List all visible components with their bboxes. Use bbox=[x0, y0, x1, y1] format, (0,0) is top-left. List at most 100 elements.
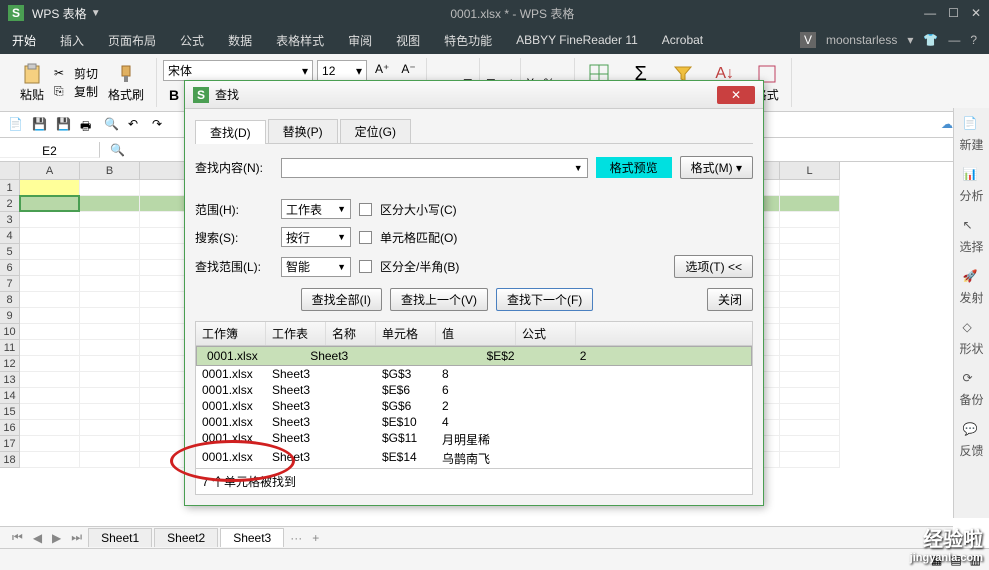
sidebar-launch[interactable]: 🚀发射 bbox=[959, 269, 983, 306]
minimize-icon[interactable]: — bbox=[924, 6, 936, 20]
findwhat-input[interactable]: ▼ bbox=[281, 158, 588, 178]
col-cell[interactable]: 单元格 bbox=[376, 322, 436, 345]
col-header[interactable]: L bbox=[780, 162, 840, 180]
save-icon[interactable]: 💾 bbox=[32, 117, 48, 133]
sidebar-analyze[interactable]: 📊分析 bbox=[959, 167, 983, 204]
cut-button[interactable]: ✂剪切 bbox=[54, 65, 98, 82]
range-select[interactable]: 工作表▼ bbox=[281, 199, 351, 219]
formatpainter-button[interactable]: 格式刷 bbox=[102, 60, 150, 105]
tab-next-icon[interactable]: ▶ bbox=[48, 531, 65, 545]
matchcase-checkbox[interactable] bbox=[359, 203, 372, 216]
result-row[interactable]: 0001.xlsxSheet3$G$11月明星稀 bbox=[196, 430, 752, 449]
close-button[interactable]: 关闭 bbox=[707, 288, 753, 311]
row-header[interactable]: 14 bbox=[0, 388, 20, 404]
row-header[interactable]: 4 bbox=[0, 228, 20, 244]
decrease-font-icon[interactable]: A⁻ bbox=[397, 60, 419, 81]
col-header[interactable]: B bbox=[80, 162, 140, 180]
row-header[interactable]: 2 bbox=[0, 196, 20, 212]
menu-acrobat[interactable]: Acrobat bbox=[662, 33, 703, 47]
sidebar-new[interactable]: 📄新建 bbox=[959, 116, 983, 153]
tab-sheet3[interactable]: Sheet3 bbox=[220, 528, 284, 547]
row-header[interactable]: 8 bbox=[0, 292, 20, 308]
row-header[interactable]: 16 bbox=[0, 420, 20, 436]
dialog-close-button[interactable]: ✕ bbox=[717, 86, 755, 104]
menu-pagelayout[interactable]: 页面布局 bbox=[108, 32, 156, 49]
row-header[interactable]: 10 bbox=[0, 324, 20, 340]
min2-icon[interactable]: — bbox=[948, 33, 960, 47]
tab-last-icon[interactable]: ⏭ bbox=[67, 530, 86, 545]
sidebar-select[interactable]: ↖选择 bbox=[959, 218, 983, 255]
col-worksheet[interactable]: 工作表 bbox=[266, 322, 326, 345]
paste-button[interactable]: 粘贴 bbox=[14, 60, 50, 105]
menu-formula[interactable]: 公式 bbox=[180, 32, 204, 49]
menu-data[interactable]: 数据 bbox=[228, 32, 252, 49]
bold-button[interactable]: B bbox=[163, 85, 185, 105]
tab-add-icon[interactable]: ··· bbox=[286, 531, 306, 545]
sidebar-feedback[interactable]: 💬反馈 bbox=[959, 422, 983, 459]
close-icon[interactable]: ✕ bbox=[971, 6, 981, 20]
menu-insert[interactable]: 插入 bbox=[60, 32, 84, 49]
menu-view[interactable]: 视图 bbox=[396, 32, 420, 49]
undo-icon[interactable]: ↶ bbox=[128, 117, 144, 133]
matchcell-checkbox[interactable] bbox=[359, 231, 372, 244]
help-icon[interactable]: ? bbox=[970, 33, 977, 47]
findnext-button[interactable]: 查找下一个(F) bbox=[496, 288, 593, 311]
col-formula[interactable]: 公式 bbox=[516, 322, 576, 345]
skin-icon[interactable]: 👕 bbox=[923, 33, 938, 47]
search-select[interactable]: 按行▼ bbox=[281, 227, 351, 247]
col-name[interactable]: 名称 bbox=[326, 322, 376, 345]
lookin-select[interactable]: 智能▼ bbox=[281, 257, 351, 277]
row-header[interactable]: 6 bbox=[0, 260, 20, 276]
row-header[interactable]: 17 bbox=[0, 436, 20, 452]
menu-special[interactable]: 特色功能 bbox=[444, 32, 492, 49]
result-row[interactable]: 0001.xlsxSheet3$G$62 bbox=[196, 398, 752, 414]
tab-new-icon[interactable]: + bbox=[308, 531, 323, 545]
sidebar-backup[interactable]: ⟳备份 bbox=[959, 371, 983, 408]
row-header[interactable]: 11 bbox=[0, 340, 20, 356]
app-dropdown-icon[interactable]: ▼ bbox=[91, 8, 101, 19]
row-header[interactable]: 18 bbox=[0, 452, 20, 468]
row-header[interactable]: 15 bbox=[0, 404, 20, 420]
new-icon[interactable]: 📄 bbox=[8, 117, 24, 133]
preview-icon[interactable]: 🔍 bbox=[104, 117, 120, 133]
sidebar-shape[interactable]: ◇形状 bbox=[959, 320, 983, 357]
result-row[interactable]: 0001.xlsxSheet3$E$14乌鹊南飞 bbox=[196, 449, 752, 468]
user-dropdown-icon[interactable]: ▾ bbox=[907, 33, 913, 47]
row-header[interactable]: 3 bbox=[0, 212, 20, 228]
tab-prev-icon[interactable]: ◀ bbox=[29, 531, 46, 545]
format-button[interactable]: 格式(M) ▾ bbox=[680, 156, 753, 179]
col-workbook[interactable]: 工作簿 bbox=[196, 322, 266, 345]
menu-review[interactable]: 审阅 bbox=[348, 32, 372, 49]
row-header[interactable]: 9 bbox=[0, 308, 20, 324]
dialog-titlebar[interactable]: S 查找 ✕ bbox=[185, 81, 763, 109]
col-value[interactable]: 值 bbox=[436, 322, 516, 345]
font-select[interactable]: 宋体▾ bbox=[163, 60, 313, 81]
tab-replace[interactable]: 替换(P) bbox=[268, 119, 338, 143]
tab-sheet2[interactable]: Sheet2 bbox=[154, 528, 218, 547]
col-header[interactable]: A bbox=[20, 162, 80, 180]
result-row[interactable]: 0001.xlsxSheet3$E$22 bbox=[196, 346, 752, 366]
saveas-icon[interactable]: 💾 bbox=[56, 117, 72, 133]
findprev-button[interactable]: 查找上一个(V) bbox=[390, 288, 488, 311]
fontsize-select[interactable]: 12▾ bbox=[317, 60, 367, 81]
menu-start[interactable]: 开始 bbox=[12, 32, 36, 49]
result-row[interactable]: 0001.xlsxSheet3$E$104 bbox=[196, 414, 752, 430]
row-header[interactable]: 1 bbox=[0, 180, 20, 196]
name-box[interactable]: E2 bbox=[0, 142, 100, 158]
tab-sheet1[interactable]: Sheet1 bbox=[88, 528, 152, 547]
print-icon[interactable]: 🖶 bbox=[80, 117, 96, 133]
row-header[interactable]: 7 bbox=[0, 276, 20, 292]
options-button[interactable]: 选项(T) << bbox=[674, 255, 753, 278]
row-header[interactable]: 13 bbox=[0, 372, 20, 388]
row-header[interactable]: 12 bbox=[0, 356, 20, 372]
findall-button[interactable]: 查找全部(I) bbox=[301, 288, 382, 311]
redo-icon[interactable]: ↷ bbox=[152, 117, 168, 133]
copy-button[interactable]: ⎘复制 bbox=[54, 83, 98, 100]
username[interactable]: moonstarless bbox=[826, 33, 897, 47]
tab-first-icon[interactable]: ⏮ bbox=[8, 530, 27, 545]
fx-icon[interactable]: 🔍 bbox=[100, 143, 135, 157]
result-row[interactable]: 0001.xlsxSheet3$E$66 bbox=[196, 382, 752, 398]
increase-font-icon[interactable]: A⁺ bbox=[371, 60, 393, 81]
menu-abbyy[interactable]: ABBYY FineReader 11 bbox=[516, 33, 638, 47]
menu-tablestyle[interactable]: 表格样式 bbox=[276, 32, 324, 49]
